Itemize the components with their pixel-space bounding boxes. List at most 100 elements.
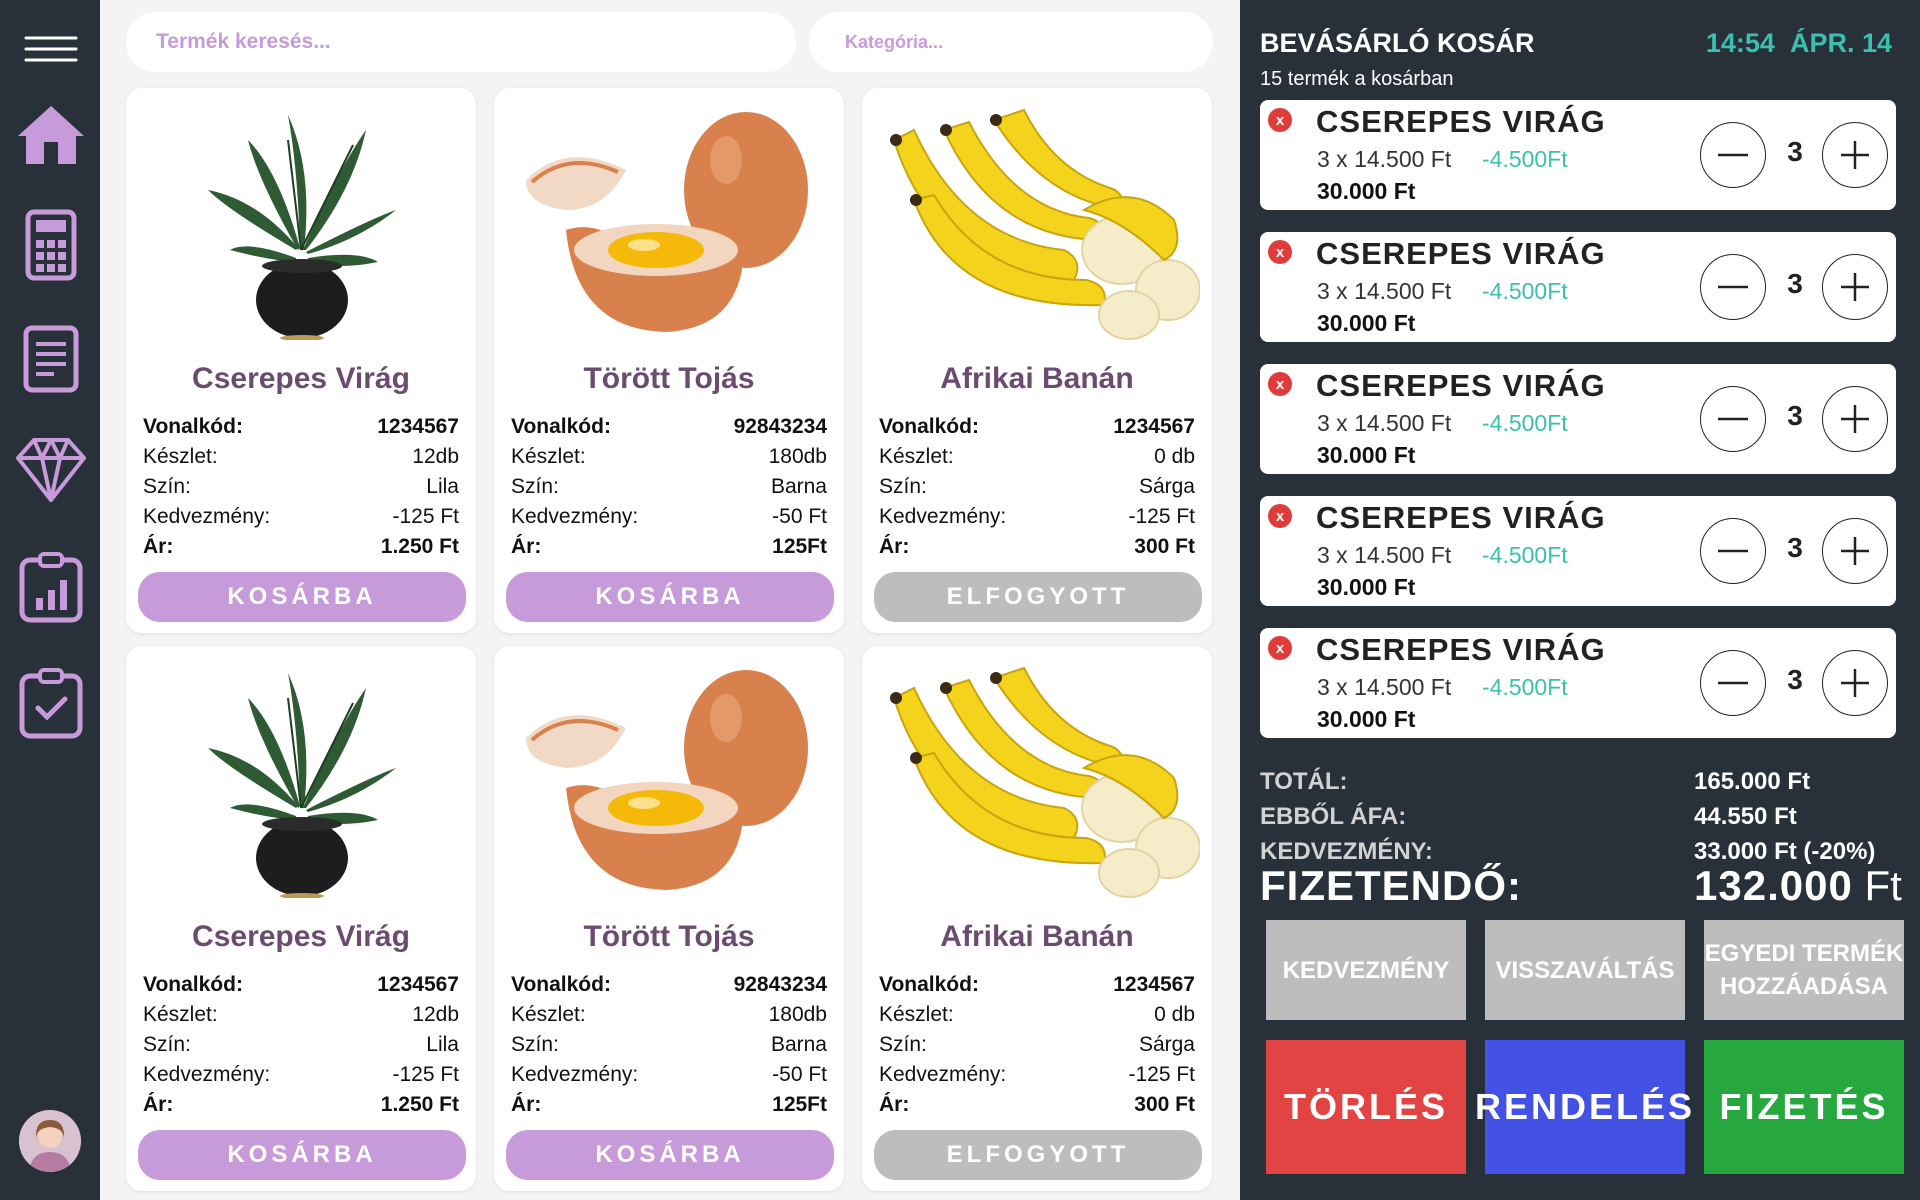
product-card[interactable]: Törött Tojás Vonalkód: 92843234 Készlet: 1… bbox=[494, 88, 844, 633]
plus-icon bbox=[1841, 669, 1869, 697]
avatar[interactable] bbox=[19, 1110, 81, 1172]
stock-row: Készlet: 0 db bbox=[879, 1003, 1195, 1026]
remove-item-icon[interactable]: x bbox=[1268, 504, 1292, 528]
price-row: Ár: 125Ft bbox=[511, 1093, 827, 1116]
price-row: Ár: 300 Ft bbox=[879, 535, 1195, 558]
cart-item-unit: 3 x 14.500 Ft bbox=[1317, 674, 1452, 700]
plus-icon bbox=[1841, 537, 1869, 565]
product-title: Cserepes Virág bbox=[192, 362, 410, 395]
color-row: Szín: Sárga bbox=[879, 1033, 1195, 1056]
order-button[interactable]: RENDELÉS bbox=[1475, 1040, 1692, 1174]
barcode-row: Vonalkód: 1234567 bbox=[143, 415, 459, 438]
add-custom-product-button[interactable]: EGYEDI TERMÉK HOZZÁADÁSA bbox=[1704, 920, 1904, 1020]
product-title: Cserepes Virág bbox=[192, 920, 410, 953]
add-to-cart-button[interactable]: KOSÁRBA bbox=[506, 1130, 834, 1180]
cart-item-unit: 3 x 14.500 Ft bbox=[1317, 542, 1452, 568]
increase-button[interactable] bbox=[1822, 122, 1888, 188]
increase-button[interactable] bbox=[1822, 254, 1888, 320]
discount-row: Kedvezmény: -50 Ft bbox=[511, 505, 827, 528]
cart-item-total: 30.000 Ft bbox=[1317, 442, 1416, 468]
product-card[interactable]: Afrikai Banán Vonalkód: 1234567 Készlet: 0… bbox=[862, 646, 1212, 1191]
cart-item-discount: -4.500Ft bbox=[1482, 674, 1568, 700]
cart-item-discount: -4.500Ft bbox=[1482, 278, 1568, 304]
cart-item-discount: -4.500Ft bbox=[1482, 146, 1568, 172]
delete-button[interactable]: TÖRLÉS bbox=[1266, 1040, 1466, 1174]
remove-item-icon[interactable]: x bbox=[1268, 240, 1292, 264]
cart-item-total: 30.000 Ft bbox=[1317, 574, 1416, 600]
document-icon[interactable] bbox=[14, 322, 88, 396]
cart-item: x CSEREPES VIRÁG 3 x 14.500 Ft -4.500Ft … bbox=[1260, 100, 1896, 210]
decrease-button[interactable] bbox=[1700, 254, 1766, 320]
product-area: Termék keresés... Kategória... Cserepes … bbox=[100, 0, 1240, 1200]
product-image bbox=[874, 658, 1200, 898]
diamond-icon[interactable] bbox=[14, 432, 88, 506]
discount-row: Kedvezmény: -125 Ft bbox=[879, 1063, 1195, 1086]
decrease-button[interactable] bbox=[1700, 518, 1766, 584]
product-title: Törött Tojás bbox=[583, 362, 755, 395]
remove-item-icon[interactable]: x bbox=[1268, 108, 1292, 132]
cart-item-total: 30.000 Ft bbox=[1317, 178, 1416, 204]
stock-row: Készlet: 0 db bbox=[879, 445, 1195, 468]
calculator-icon[interactable] bbox=[14, 208, 88, 282]
price-row: Ár: 125Ft bbox=[511, 535, 827, 558]
add-to-cart-button[interactable]: KOSÁRBA bbox=[138, 1130, 466, 1180]
product-title: Afrikai Banán bbox=[940, 920, 1134, 953]
increase-button[interactable] bbox=[1822, 518, 1888, 584]
product-card[interactable]: Afrikai Banán Vonalkód: 1234567 Készlet: 0… bbox=[862, 88, 1212, 633]
add-to-cart-button[interactable]: KOSÁRBA bbox=[506, 572, 834, 622]
stock-row: Készlet: 12db bbox=[143, 1003, 459, 1026]
plus-icon bbox=[1841, 273, 1869, 301]
cart-item-name: CSEREPES VIRÁG bbox=[1316, 500, 1606, 535]
menu-icon[interactable] bbox=[14, 12, 88, 86]
stock-row: Készlet: 180db bbox=[511, 445, 827, 468]
report-icon[interactable] bbox=[14, 550, 88, 624]
discount-button[interactable]: KEDVEZMÉNY bbox=[1266, 920, 1466, 1020]
pay-value: 132.000 Ft bbox=[1694, 862, 1902, 909]
product-card[interactable]: Cserepes Virág Vonalkód: 1234567 Készlet:… bbox=[126, 88, 476, 633]
barcode-row: Vonalkód: 92843234 bbox=[511, 415, 827, 438]
product-title: Törött Tojás bbox=[583, 920, 755, 953]
discount-row: Kedvezmény: -50 Ft bbox=[511, 1063, 827, 1086]
increase-button[interactable] bbox=[1822, 386, 1888, 452]
total-label: TOTÁL: bbox=[1260, 768, 1348, 795]
sold-out-button[interactable]: ELFOGYOTT bbox=[874, 1130, 1202, 1180]
product-image bbox=[138, 658, 464, 898]
minus-icon bbox=[1718, 681, 1748, 685]
cart-item-total: 30.000 Ft bbox=[1317, 706, 1416, 732]
color-row: Szín: Lila bbox=[143, 475, 459, 498]
product-card[interactable]: Cserepes Virág Vonalkód: 1234567 Készlet:… bbox=[126, 646, 476, 1191]
cart-item-name: CSEREPES VIRÁG bbox=[1316, 368, 1606, 403]
cart-item-name: CSEREPES VIRÁG bbox=[1316, 236, 1606, 271]
color-row: Szín: Barna bbox=[511, 475, 827, 498]
price-row: Ár: 300 Ft bbox=[879, 1093, 1195, 1116]
pay-button[interactable]: FIZETÉS bbox=[1704, 1040, 1904, 1174]
cart-item-total: 30.000 Ft bbox=[1317, 310, 1416, 336]
refund-button[interactable]: VISSZAVÁLTÁS bbox=[1485, 920, 1685, 1020]
quantity: 3 bbox=[1787, 268, 1803, 299]
stock-row: Készlet: 180db bbox=[511, 1003, 827, 1026]
remove-item-icon[interactable]: x bbox=[1268, 372, 1292, 396]
product-image bbox=[506, 658, 832, 898]
category-select[interactable]: Kategória... bbox=[809, 12, 1213, 72]
cart-item: x CSEREPES VIRÁG 3 x 14.500 Ft -4.500Ft … bbox=[1260, 496, 1896, 606]
price-row: Ár: 1.250 Ft bbox=[143, 535, 459, 558]
clipboard-check-icon[interactable] bbox=[14, 666, 88, 740]
decrease-button[interactable] bbox=[1700, 122, 1766, 188]
add-to-cart-button[interactable]: KOSÁRBA bbox=[138, 572, 466, 622]
product-card[interactable]: Törött Tojás Vonalkód: 92843234 Készlet: 1… bbox=[494, 646, 844, 1191]
quantity: 3 bbox=[1787, 664, 1803, 695]
vat-value: 44.550 Ft bbox=[1694, 803, 1797, 830]
sold-out-button[interactable]: ELFOGYOTT bbox=[874, 572, 1202, 622]
plus-icon bbox=[1841, 141, 1869, 169]
cart-item-unit: 3 x 14.500 Ft bbox=[1317, 146, 1452, 172]
decrease-button[interactable] bbox=[1700, 650, 1766, 716]
discount-row: Kedvezmény: -125 Ft bbox=[879, 505, 1195, 528]
search-input[interactable]: Termék keresés... bbox=[126, 12, 796, 72]
home-icon[interactable] bbox=[14, 98, 88, 172]
decrease-button[interactable] bbox=[1700, 386, 1766, 452]
increase-button[interactable] bbox=[1822, 650, 1888, 716]
quantity: 3 bbox=[1787, 136, 1803, 167]
price-row: Ár: 1.250 Ft bbox=[143, 1093, 459, 1116]
plus-icon bbox=[1841, 405, 1869, 433]
remove-item-icon[interactable]: x bbox=[1268, 636, 1292, 660]
